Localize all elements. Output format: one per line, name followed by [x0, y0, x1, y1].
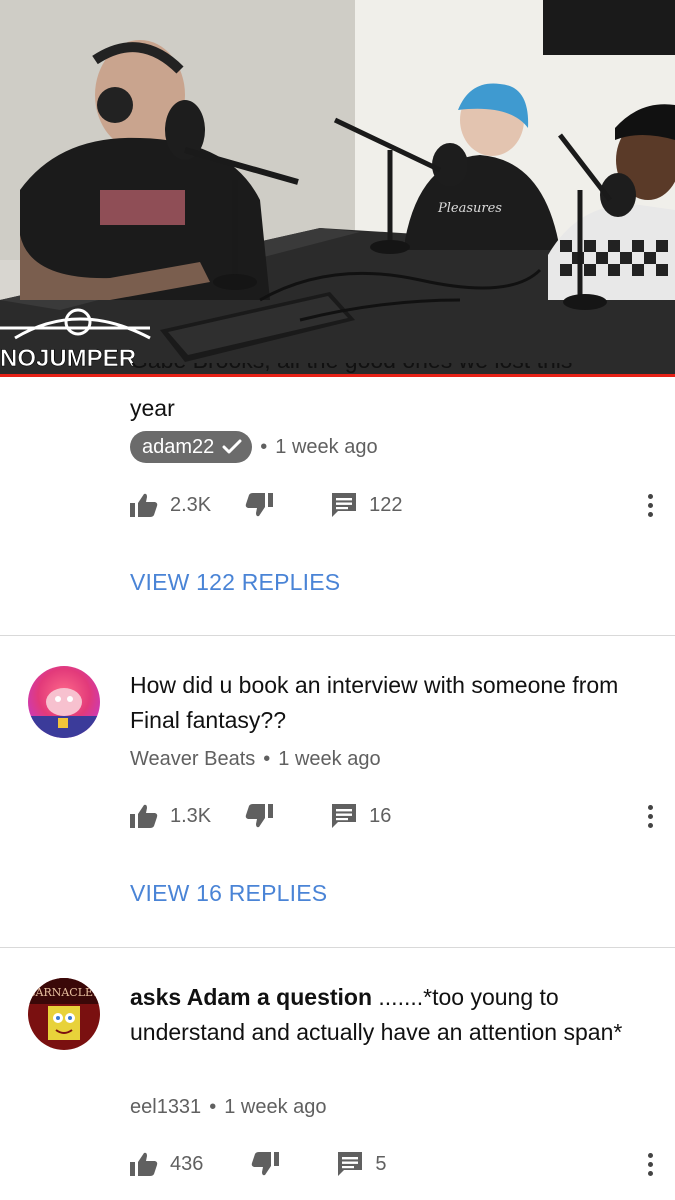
checkmark-icon [222, 439, 242, 455]
like-button[interactable]: 1.3K [130, 804, 211, 828]
comment-author[interactable]: Weaver Beats [130, 748, 255, 771]
like-button[interactable]: 2.3K [130, 493, 211, 517]
thumbs-up-icon [130, 1152, 158, 1176]
thumbs-up-icon [130, 804, 158, 828]
comment-time: 1 week ago [275, 435, 378, 458]
comment-actions: 436 5 [130, 1148, 660, 1180]
reply-button[interactable]: 16 [331, 803, 391, 829]
thumbs-down-icon [245, 493, 274, 517]
meta-separator: • [260, 435, 268, 458]
meta-separator: • [209, 1095, 217, 1118]
reply-button[interactable]: 5 [337, 1151, 387, 1177]
comment-icon [331, 492, 357, 518]
comment-icon [337, 1151, 363, 1177]
avatar-text: BARNACLES [28, 986, 100, 999]
more-vert-icon[interactable] [640, 800, 660, 832]
meta-separator: • [263, 747, 271, 770]
comment-text-bold: asks Adam a question [130, 984, 373, 1010]
reply-button[interactable]: 122 [331, 492, 403, 518]
avatar[interactable]: BARNACLES [28, 978, 100, 1050]
thumbs-down-icon [251, 1152, 280, 1176]
owner-author-chip[interactable]: adam22 [130, 431, 253, 463]
video-frame: Pleasures NOJUMPER [0, 0, 675, 377]
reply-count: 5 [375, 1152, 387, 1175]
comment-icon [331, 803, 357, 829]
comment-divider [0, 635, 675, 636]
comment-text: year [130, 395, 175, 421]
video-player[interactable]: Pleasures NOJUMPER [0, 0, 675, 377]
view-replies-link[interactable]: VIEW 16 REPLIES [130, 880, 327, 907]
comment-time: 1 week ago [224, 1095, 327, 1118]
avatar[interactable] [28, 666, 100, 738]
comment-time: 1 week ago [278, 747, 381, 770]
comment-divider [0, 947, 675, 948]
view-replies-link[interactable]: VIEW 122 REPLIES [130, 569, 340, 596]
reply-count: 122 [369, 493, 403, 516]
comment-author[interactable]: eel1331 [130, 1096, 201, 1119]
thumbs-down-icon [245, 804, 274, 828]
like-count: 436 [170, 1152, 204, 1175]
dislike-button[interactable] [245, 493, 274, 517]
comment-actions: 1.3K 16 [130, 800, 660, 832]
thumbs-up-icon [130, 493, 158, 517]
channel-logo: NOJUMPER [0, 345, 136, 372]
dislike-button[interactable] [251, 1152, 280, 1176]
comment-author: adam22 [142, 435, 215, 458]
comment-meta: Weaver Beats • 1 week ago [130, 743, 381, 775]
like-count: 1.3K [170, 804, 212, 827]
comment-meta: adam22 • 1 week ago [130, 431, 378, 463]
comment-text: How did u book an interview with someone… [130, 672, 619, 733]
reply-count: 16 [369, 804, 392, 827]
like-button[interactable]: 436 [130, 1152, 203, 1176]
more-vert-icon[interactable] [640, 1148, 660, 1180]
dislike-button[interactable] [245, 804, 274, 828]
comment-actions: 2.3K 122 [130, 489, 660, 521]
shirt-text: Pleasures [437, 201, 502, 216]
like-count: 2.3K [170, 493, 212, 516]
comment-text: asks Adam a question .......*too young t… [130, 980, 630, 1050]
comment-meta: eel1331 • 1 week ago [130, 1091, 327, 1123]
comment-hidden-line: Gabe Brooks, all the good ones we lost t… [130, 363, 630, 377]
more-vert-icon[interactable] [640, 489, 660, 521]
